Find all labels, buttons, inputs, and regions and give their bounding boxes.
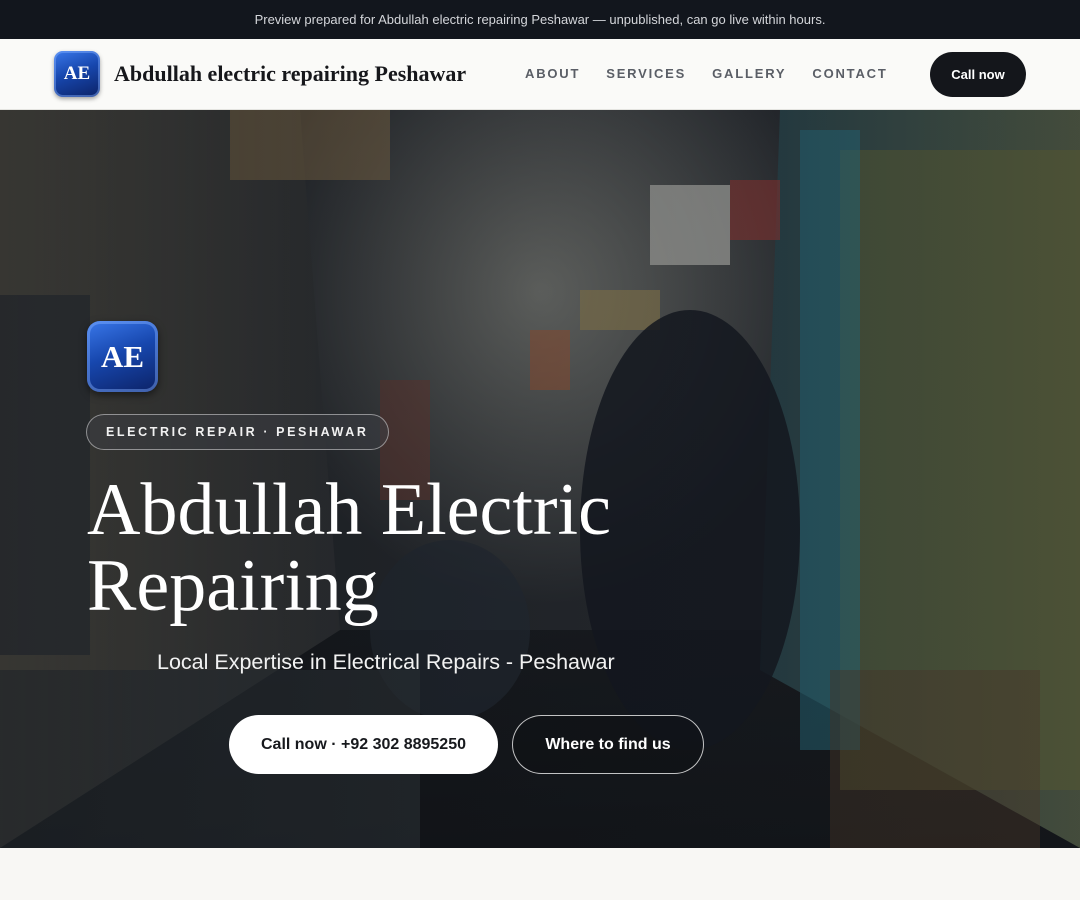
- hero-tagline-badge: ELECTRIC REPAIR · PESHAWAR: [86, 414, 389, 450]
- logo-icon[interactable]: AE: [54, 51, 100, 97]
- hero-title-line2: Repairing: [87, 545, 379, 627]
- preview-banner-text: Preview prepared for Abdullah electric r…: [254, 12, 826, 27]
- nav-gallery[interactable]: GALLERY: [712, 66, 786, 81]
- hero-title-line1: Abdullah Electric: [87, 469, 611, 551]
- preview-banner: Preview prepared for Abdullah electric r…: [0, 0, 1080, 39]
- nav-about[interactable]: ABOUT: [525, 66, 580, 81]
- hero-logo-icon: AE: [87, 321, 158, 392]
- call-phone-button[interactable]: Call now · +92 302 8895250: [229, 715, 498, 774]
- hero-logo-text: AE: [100, 338, 145, 374]
- hero-subtitle: Local Expertise in Electrical Repairs - …: [157, 650, 615, 674]
- brand-name[interactable]: Abdullah electric repairing Peshawar: [114, 61, 466, 87]
- call-now-button[interactable]: Call now: [930, 52, 1026, 97]
- logo-text: AE: [63, 63, 91, 84]
- next-section: [0, 848, 1080, 900]
- nav-services[interactable]: SERVICES: [606, 66, 686, 81]
- site-header: AE Abdullah electric repairing Peshawar …: [0, 39, 1080, 110]
- nav-contact[interactable]: CONTACT: [812, 66, 887, 81]
- hero-section: AE ELECTRIC REPAIR · PESHAWAR Abdullah E…: [0, 110, 1080, 848]
- hero-title: Abdullah Electric Repairing: [87, 472, 707, 624]
- main-nav: ABOUT SERVICES GALLERY CONTACT: [525, 66, 888, 81]
- find-us-button[interactable]: Where to find us: [512, 715, 704, 774]
